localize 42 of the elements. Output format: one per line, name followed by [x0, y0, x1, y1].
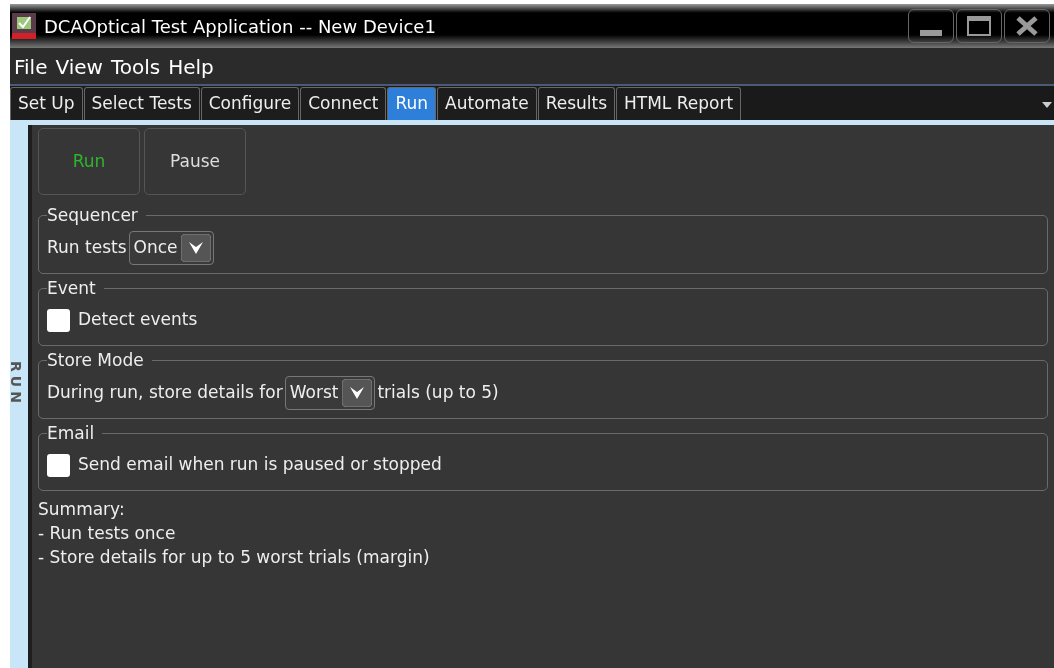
group-title: Sequencer: [47, 204, 139, 227]
caret-down-icon: [1042, 102, 1052, 108]
tab[interactable]: Set Up: [10, 87, 83, 120]
group-title: Email: [47, 421, 96, 445]
group-title: Event: [47, 276, 97, 300]
minimize-icon: [920, 30, 942, 36]
checkbox-option[interactable]: Send email when run is paused or stopped: [47, 452, 442, 478]
chevron-down-icon: [181, 233, 212, 262]
tab[interactable]: Results: [537, 87, 616, 120]
menu-item[interactable]: File: [14, 52, 48, 82]
tab[interactable]: Automate: [437, 87, 537, 120]
checkbox[interactable]: [47, 453, 70, 477]
app-icon: [12, 13, 36, 39]
summary-line: - Store details for up to 5 worst trials (margin): [38, 546, 431, 569]
menu-item[interactable]: View: [55, 52, 103, 82]
chevron-down-icon: [342, 378, 373, 407]
maximize-button[interactable]: [956, 9, 1002, 43]
close-button[interactable]: [1004, 9, 1050, 43]
action-button[interactable]: Pause: [144, 128, 246, 195]
tab[interactable]: Select Tests: [83, 87, 200, 120]
action-button[interactable]: Run: [38, 128, 140, 195]
window-title: DCAOptical Test Application -- New Device1: [44, 14, 436, 39]
group-title: Store Mode: [47, 349, 145, 372]
close-icon: [1015, 16, 1039, 36]
checkbox-option[interactable]: Detect events: [47, 307, 198, 333]
summary-line: Summary:: [38, 498, 126, 521]
field-label: During run, store details for: [47, 380, 283, 404]
field-label: trials (up to 5): [377, 380, 499, 404]
checkbox[interactable]: [47, 308, 70, 332]
side-label: RUN: [12, 361, 25, 407]
tab[interactable]: HTML Report: [616, 87, 742, 120]
summary-line: - Run tests once: [38, 522, 177, 545]
dropdown[interactable]: Worst: [284, 375, 376, 410]
tab[interactable]: Run: [387, 87, 437, 120]
maximize-icon: [967, 16, 991, 36]
field-label: Run tests: [47, 235, 127, 259]
menu-item[interactable]: Help: [168, 52, 214, 82]
tab[interactable]: Configure: [200, 87, 300, 120]
minimize-button[interactable]: [908, 9, 954, 43]
dropdown[interactable]: Once: [128, 230, 215, 265]
tab[interactable]: Connect: [300, 87, 387, 120]
menu-item[interactable]: Tools: [110, 52, 161, 82]
